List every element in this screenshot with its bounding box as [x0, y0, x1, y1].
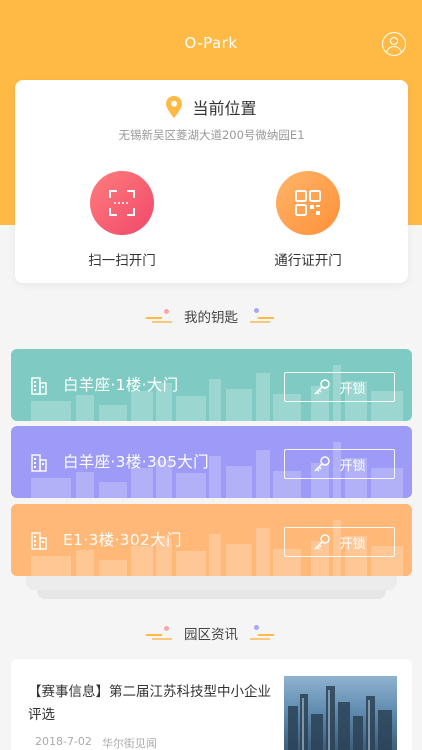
- news-section-title: 园区资讯: [184, 627, 238, 643]
- building-icon: [31, 377, 47, 395]
- key-name: E1·3楼·302大门: [63, 531, 182, 549]
- key-card[interactable]: 白羊座·1楼·大门 开锁: [11, 349, 412, 421]
- decoration-right-icon: [250, 308, 276, 324]
- news-section-header: 园区资讯: [0, 622, 422, 644]
- decoration-right-icon: [250, 625, 276, 641]
- location-title-row: 当前位置: [15, 94, 408, 120]
- news-date: 2018-7-02: [35, 735, 92, 748]
- unlock-label: 开锁: [339, 458, 366, 474]
- building-icon: [31, 532, 47, 550]
- key-icon: [314, 379, 331, 395]
- keys-section-title: 我的钥匙: [184, 310, 238, 326]
- scan-icon: [90, 171, 154, 235]
- building-icon: [31, 454, 47, 472]
- unlock-button[interactable]: 开锁: [284, 527, 395, 557]
- key-card[interactable]: E1·3楼·302大门 开锁: [11, 504, 412, 576]
- news-title: 【赛事信息】第二届江苏科技型中小企业评选: [28, 684, 271, 723]
- keys-section-header: 我的钥匙: [0, 305, 422, 327]
- unlock-label: 开锁: [339, 381, 366, 397]
- qr-code-icon: [276, 171, 340, 235]
- user-avatar-icon[interactable]: [382, 32, 406, 56]
- scan-to-open-label: 扫一扫开门: [88, 253, 156, 269]
- unlock-button[interactable]: 开锁: [284, 372, 395, 402]
- news-item[interactable]: 【赛事信息】第二届江苏科技型中小企业评选 2018-7-02 华尔街见闻: [11, 659, 412, 750]
- unlock-button[interactable]: 开锁: [284, 449, 395, 479]
- decoration-left-icon: [146, 625, 172, 641]
- key-icon: [314, 534, 331, 550]
- location-address: 无锡新吴区菱湖大道200号微纳园E1: [118, 128, 305, 142]
- app-header: O-Park: [0, 0, 422, 88]
- location-pin-icon: [166, 96, 183, 118]
- key-name: 白羊座·1楼·大门: [63, 376, 179, 394]
- app-title: O-Park: [184, 34, 238, 52]
- decoration-left-icon: [146, 308, 172, 324]
- news-meta: 2018-7-02 华尔街见闻: [35, 735, 157, 750]
- key-icon: [314, 456, 331, 472]
- news-thumbnail-image: [284, 676, 397, 750]
- key-card[interactable]: 白羊座·3楼·305大门 开锁: [11, 426, 412, 498]
- unlock-label: 开锁: [339, 536, 366, 552]
- pass-to-open-label: 通行证开门: [274, 253, 342, 269]
- news-source: 华尔街见闻: [101, 737, 157, 750]
- scan-to-open-button[interactable]: 扫一扫开门: [67, 171, 177, 269]
- key-name: 白羊座·3楼·305大门: [63, 453, 209, 471]
- location-card: 当前位置 无锡新吴区菱湖大道200号微纳园E1 扫一扫开门 通行证开门: [15, 80, 408, 283]
- pass-to-open-button[interactable]: 通行证开门: [253, 171, 363, 269]
- location-title: 当前位置: [192, 99, 257, 118]
